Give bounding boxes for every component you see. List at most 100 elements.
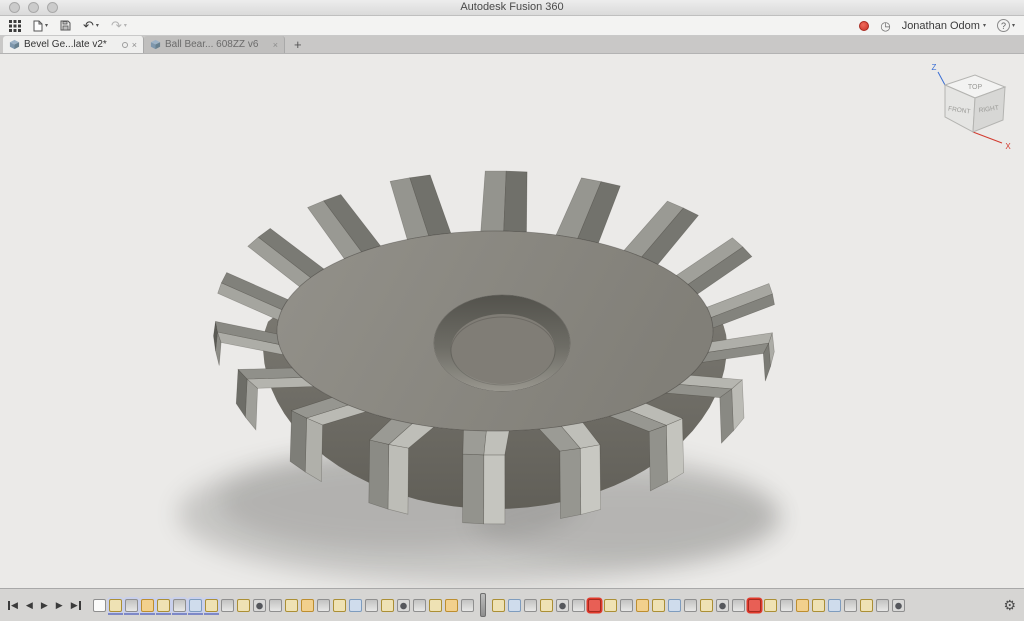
user-name: Jonathan Odom bbox=[901, 19, 980, 32]
flagged-feature-icon[interactable] bbox=[587, 598, 601, 612]
construction-geometry-icon[interactable] bbox=[444, 598, 458, 612]
extrude-feature-icon[interactable] bbox=[619, 598, 633, 612]
help-menu-button[interactable]: ? ▾ bbox=[996, 19, 1015, 32]
extrude-feature-icon[interactable] bbox=[220, 598, 234, 612]
sketch-feature-icon[interactable] bbox=[236, 598, 250, 612]
play-button[interactable]: ▶ bbox=[41, 600, 48, 610]
sketch-feature-icon[interactable] bbox=[859, 598, 873, 612]
hole-feature-icon[interactable] bbox=[715, 598, 729, 612]
minimize-window-button[interactable] bbox=[28, 2, 39, 13]
play-button-glyph: ▶ bbox=[40, 600, 48, 610]
fillet-feature-icon[interactable] bbox=[348, 598, 362, 612]
x-axis-line bbox=[972, 131, 1003, 144]
hole-feature-icon[interactable] bbox=[891, 598, 905, 612]
file-menu-caret-icon: ▾ bbox=[45, 23, 49, 29]
extrude-feature-icon[interactable] bbox=[779, 598, 793, 612]
document-tab[interactable]: Ball Bear... 608ZZ v6 × bbox=[144, 36, 285, 53]
redo-button[interactable]: ↷ ▾ bbox=[110, 17, 127, 33]
extrude-feature-icon[interactable] bbox=[843, 598, 857, 612]
recent-activity-icon[interactable]: ◷ bbox=[880, 20, 890, 32]
extrude-feature-icon[interactable] bbox=[364, 598, 378, 612]
tab-close-icon[interactable]: × bbox=[132, 40, 137, 50]
tab-close-icon[interactable]: × bbox=[273, 40, 278, 50]
playback-controls: ◀ ◀ ▶ ▶ ▶ bbox=[8, 600, 81, 610]
go-to-start-button[interactable]: ◀ bbox=[8, 600, 18, 610]
construction-geometry-icon[interactable] bbox=[635, 598, 649, 612]
timeline-settings-gear-icon[interactable]: ⚙ bbox=[1003, 597, 1016, 613]
undo-caret-icon: ▾ bbox=[95, 23, 99, 29]
hole-feature-icon[interactable] bbox=[555, 598, 569, 612]
sketch-feature-icon[interactable] bbox=[491, 598, 505, 612]
bevel-gear-model[interactable] bbox=[0, 54, 1024, 588]
fillet-feature-icon[interactable] bbox=[187, 598, 203, 615]
sketch-feature-icon[interactable] bbox=[203, 598, 219, 615]
go-to-end-button-glyph: ▶ bbox=[70, 600, 78, 610]
undo-button[interactable]: ↶ ▾ bbox=[83, 17, 99, 33]
extrude-feature-icon[interactable] bbox=[875, 598, 889, 612]
app-grid-icon[interactable] bbox=[9, 19, 21, 32]
sketch-feature-icon[interactable] bbox=[699, 598, 713, 612]
sketch-feature-icon[interactable] bbox=[284, 598, 298, 612]
window-title: Autodesk Fusion 360 bbox=[460, 1, 564, 13]
flagged-feature-icon[interactable] bbox=[747, 598, 761, 612]
go-to-end-button[interactable]: ▶ bbox=[71, 600, 81, 610]
sketch-feature-icon[interactable] bbox=[811, 598, 825, 612]
sketch-feature-icon[interactable] bbox=[380, 598, 394, 612]
redo-icon: ↷ bbox=[110, 17, 122, 33]
extrude-feature-icon[interactable] bbox=[123, 598, 139, 615]
extrude-feature-icon[interactable] bbox=[571, 598, 585, 612]
sketch-feature-icon[interactable] bbox=[332, 598, 346, 612]
help-caret-icon: ▾ bbox=[1011, 23, 1015, 29]
hole-feature-icon[interactable] bbox=[396, 598, 410, 612]
stop-bar-glyph bbox=[78, 600, 81, 610]
extrude-feature-icon[interactable] bbox=[523, 598, 537, 612]
redo-caret-icon: ▾ bbox=[123, 23, 127, 29]
document-start-icon[interactable] bbox=[92, 598, 106, 612]
extrude-feature-icon[interactable] bbox=[460, 598, 474, 612]
sketch-feature-icon[interactable] bbox=[763, 598, 777, 612]
sketch-feature-icon[interactable] bbox=[428, 598, 442, 612]
x-axis-label: X bbox=[1005, 142, 1011, 151]
extrude-feature-icon[interactable] bbox=[171, 598, 187, 615]
hole-feature-icon[interactable] bbox=[252, 598, 266, 612]
sketch-feature-icon[interactable] bbox=[603, 598, 617, 612]
fillet-feature-icon[interactable] bbox=[827, 598, 841, 612]
sketch-feature-icon[interactable] bbox=[651, 598, 665, 612]
document-tabbar: Bevel Ge...late v2* × Ball Bear... 608ZZ… bbox=[0, 36, 1024, 54]
fillet-feature-icon[interactable] bbox=[667, 598, 681, 612]
sketch-feature-icon[interactable] bbox=[155, 598, 171, 615]
fillet-feature-icon[interactable] bbox=[507, 598, 521, 612]
timeline-feature-strip bbox=[92, 593, 905, 617]
job-status-icon[interactable] bbox=[859, 20, 870, 31]
construction-geometry-icon[interactable] bbox=[300, 598, 314, 612]
tab-title: Bevel Ge...late v2* bbox=[24, 39, 107, 50]
tab-title: Ball Bear... 608ZZ v6 bbox=[165, 39, 259, 50]
extrude-feature-icon[interactable] bbox=[683, 598, 697, 612]
user-account-menu[interactable]: Jonathan Odom ▾ bbox=[902, 20, 986, 32]
new-document-tab-button[interactable]: + bbox=[285, 37, 311, 53]
zoom-window-button[interactable] bbox=[47, 2, 58, 13]
sketch-feature-icon[interactable] bbox=[539, 598, 553, 612]
model-viewport[interactable]: TOP FRONT RIGHT Z X bbox=[0, 54, 1024, 588]
save-icon bbox=[60, 20, 71, 31]
undo-icon: ↶ bbox=[83, 17, 94, 33]
construction-geometry-icon[interactable] bbox=[795, 598, 809, 612]
extrude-feature-icon[interactable] bbox=[731, 598, 745, 612]
file-menu-button[interactable]: ▾ bbox=[33, 20, 48, 32]
step-back-button[interactable]: ◀ bbox=[26, 600, 33, 610]
extrude-feature-icon[interactable] bbox=[412, 598, 426, 612]
step-forward-button[interactable]: ▶ bbox=[56, 600, 63, 610]
traffic-lights bbox=[9, 2, 58, 13]
document-tab[interactable]: Bevel Ge...late v2* × bbox=[3, 36, 144, 53]
close-window-button[interactable] bbox=[9, 2, 20, 13]
timeline-playhead[interactable] bbox=[479, 593, 486, 617]
construction-geometry-icon[interactable] bbox=[139, 598, 155, 615]
extrude-feature-icon[interactable] bbox=[268, 598, 282, 612]
sync-status-icon bbox=[121, 41, 128, 48]
save-button[interactable] bbox=[60, 20, 71, 31]
extrude-feature-icon[interactable] bbox=[316, 598, 330, 612]
sketch-feature-icon[interactable] bbox=[107, 598, 123, 615]
help-icon: ? bbox=[996, 19, 1010, 32]
viewcube[interactable]: TOP FRONT RIGHT Z X bbox=[914, 60, 1018, 160]
step-forward-button-glyph: ▶ bbox=[55, 600, 63, 610]
